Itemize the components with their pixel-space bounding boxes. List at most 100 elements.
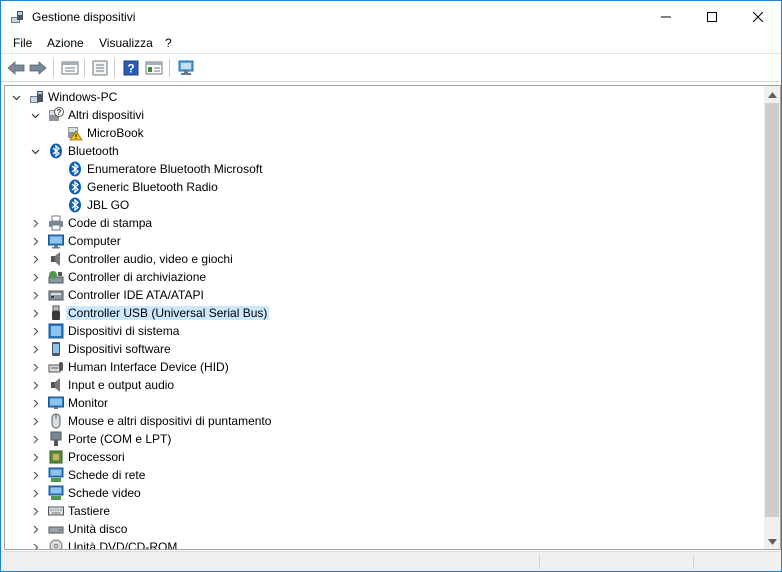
help-button[interactable]: ? <box>121 59 141 77</box>
tree-category-bluetooth[interactable]: Bluetooth <box>5 142 745 160</box>
tree-category-unita-disco[interactable]: Unità disco <box>5 520 745 538</box>
menu-visualizza[interactable]: Visualizza <box>99 36 153 50</box>
tree-category-label: Schede video <box>68 486 141 500</box>
vertical-scrollbar[interactable] <box>764 85 781 550</box>
tree-category-schede-rete[interactable]: Schede di rete <box>5 466 745 484</box>
tree-category-label: Controller USB (Universal Serial Bus) <box>66 306 270 320</box>
system-device-icon <box>48 323 64 339</box>
tree-category-mouse[interactable]: Mouse e altri dispositivi di puntamento <box>5 412 745 430</box>
speaker-icon <box>48 251 64 267</box>
tree-category-label: Unità DVD/CD-ROM <box>68 540 178 550</box>
chevron-down-icon[interactable] <box>29 142 41 160</box>
chevron-right-icon[interactable] <box>29 538 41 549</box>
usb-icon <box>48 305 64 321</box>
scrollbar-thumb[interactable] <box>765 103 779 517</box>
hid-icon <box>48 359 64 375</box>
tree-device-microbook[interactable]: MicroBook <box>5 124 745 142</box>
chevron-right-icon[interactable] <box>29 358 41 376</box>
chevron-right-icon[interactable] <box>29 214 41 232</box>
tree-category-controller-ide[interactable]: Controller IDE ATA/ATAPI <box>5 286 745 304</box>
chevron-right-icon[interactable] <box>29 430 41 448</box>
back-button[interactable] <box>6 59 26 77</box>
close-button[interactable] <box>735 1 781 32</box>
bluetooth-icon <box>67 197 83 213</box>
tree-category-dispositivi-software[interactable]: Dispositivi software <box>5 340 745 358</box>
tree-category-controller-archiviazione[interactable]: Controller di archiviazione <box>5 268 745 286</box>
disk-drive-icon <box>48 521 64 537</box>
status-bar <box>1 551 781 571</box>
status-cell <box>693 555 779 569</box>
chevron-right-icon[interactable] <box>29 466 41 484</box>
bluetooth-icon <box>48 143 64 159</box>
window-title: Gestione dispositivi <box>32 10 136 24</box>
chevron-right-icon[interactable] <box>29 520 41 538</box>
chevron-right-icon[interactable] <box>29 376 41 394</box>
chevron-right-icon[interactable] <box>29 412 41 430</box>
tree-category-label: Dispositivi software <box>68 342 171 356</box>
tree-category-label: Controller di archiviazione <box>68 270 207 284</box>
scroll-up-button[interactable] <box>764 86 780 103</box>
forward-icon <box>29 61 47 75</box>
tree-device-bt-enumerator[interactable]: Enumeratore Bluetooth Microsoft <box>5 160 745 178</box>
chevron-right-icon[interactable] <box>29 304 41 322</box>
ide-controller-icon <box>48 287 64 303</box>
tree-category-controller-usb[interactable]: Controller USB (Universal Serial Bus) <box>5 304 745 322</box>
mouse-icon <box>48 413 64 429</box>
show-hide-button[interactable] <box>90 59 110 77</box>
menu-help[interactable]: ? <box>165 36 172 50</box>
forward-button[interactable] <box>28 59 48 77</box>
tree-category-porte[interactable]: Porte (COM e LPT) <box>5 430 745 448</box>
minimize-button[interactable] <box>643 1 689 32</box>
tree-category-dispositivi-sistema[interactable]: Dispositivi di sistema <box>5 322 745 340</box>
scan-hardware-button[interactable] <box>176 59 196 77</box>
chevron-down-icon[interactable] <box>10 88 22 106</box>
chevron-right-icon[interactable] <box>29 502 41 520</box>
chevron-right-icon[interactable] <box>29 340 41 358</box>
bluetooth-icon <box>67 179 83 195</box>
chevron-right-icon[interactable] <box>29 232 41 250</box>
tree-category-controller-audio[interactable]: Controller audio, video e giochi <box>5 250 745 268</box>
chevron-up-icon <box>767 91 777 98</box>
tree-category-label: Altri dispositivi <box>68 108 145 122</box>
tree-category-hid[interactable]: Human Interface Device (HID) <box>5 358 745 376</box>
port-icon <box>48 431 64 447</box>
tree-category-monitor[interactable]: Monitor <box>5 394 745 412</box>
tree-device-bt-radio[interactable]: Generic Bluetooth Radio <box>5 178 745 196</box>
properties-button[interactable] <box>60 59 80 77</box>
tree-device-jbl-go[interactable]: JBL GO <box>5 196 745 214</box>
menu-azione[interactable]: Azione <box>47 36 84 50</box>
tree-category-processori[interactable]: Processori <box>5 448 745 466</box>
tree-category-input-output-audio[interactable]: Input e output audio <box>5 376 745 394</box>
tree-category-computer[interactable]: Computer <box>5 232 745 250</box>
tree-category-tastiere[interactable]: Tastiere <box>5 502 745 520</box>
chevron-right-icon[interactable] <box>29 286 41 304</box>
svg-text:?: ? <box>127 62 134 76</box>
tree-root[interactable]: Windows-PC <box>5 88 745 106</box>
maximize-button[interactable] <box>689 1 735 32</box>
chevron-right-icon[interactable] <box>29 322 41 340</box>
chevron-right-icon[interactable] <box>29 394 41 412</box>
tree-category-code-di-stampa[interactable]: Code di stampa <box>5 214 745 232</box>
action-view-button[interactable] <box>144 59 164 77</box>
chevron-right-icon[interactable] <box>29 448 41 466</box>
audio-io-icon <box>48 377 64 393</box>
chevron-right-icon[interactable] <box>29 484 41 502</box>
device-manager-window: Gestione dispositivi File Azione Visuali… <box>0 0 782 572</box>
tree-category-unita-dvd[interactable]: Unità DVD/CD-ROM <box>5 538 745 550</box>
tree-category-altri-dispositivi[interactable]: ? Altri dispositivi <box>5 106 745 124</box>
tree-category-label: Controller IDE ATA/ATAPI <box>68 288 204 302</box>
scroll-down-button[interactable] <box>764 533 780 550</box>
processor-icon <box>48 449 64 465</box>
tree-category-schede-video[interactable]: Schede video <box>5 484 745 502</box>
menu-file[interactable]: File <box>13 36 32 50</box>
chevron-right-icon[interactable] <box>29 268 41 286</box>
device-tree[interactable]: Windows-PC ? Altri dispositivi MicroBook <box>4 85 764 550</box>
chevron-down-icon[interactable] <box>29 106 41 124</box>
computer-pc-icon <box>29 89 45 105</box>
close-icon <box>753 11 763 22</box>
tree-category-label: Porte (COM e LPT) <box>68 432 172 446</box>
tree-device-label: Enumeratore Bluetooth Microsoft <box>87 162 263 176</box>
chevron-right-icon[interactable] <box>29 250 41 268</box>
title-bar[interactable]: Gestione dispositivi <box>1 1 781 32</box>
tree-device-label: JBL GO <box>87 198 130 212</box>
